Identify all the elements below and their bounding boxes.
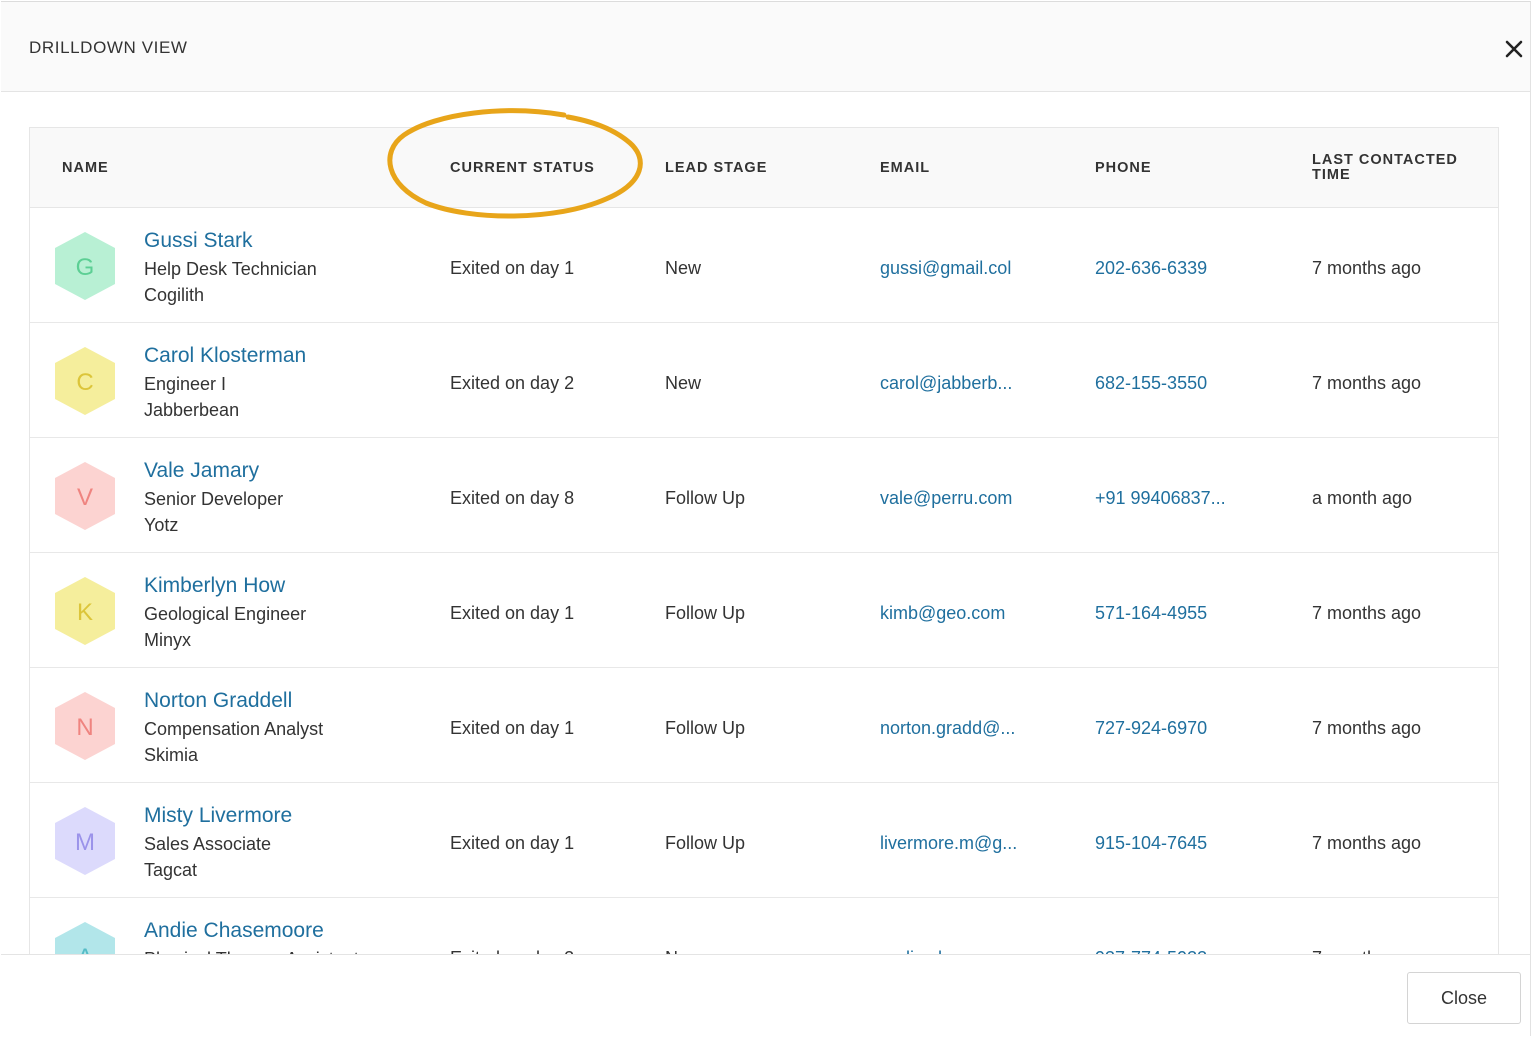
- email-link[interactable]: norton.gradd@...: [880, 718, 1015, 739]
- avatar: M: [55, 807, 115, 875]
- avatar-initial: K: [77, 599, 93, 626]
- avatar: A: [55, 922, 115, 954]
- phone-link[interactable]: +91 99406837...: [1095, 488, 1226, 509]
- column-header-name[interactable]: NAME: [62, 161, 109, 176]
- avatar-initial: G: [76, 254, 95, 281]
- lead-stage-cell: Follow Up: [665, 488, 746, 508]
- modal-footer: Close: [1, 954, 1530, 1037]
- close-icon[interactable]: [1501, 36, 1527, 62]
- lead-job-title: Sales Associate: [144, 834, 272, 854]
- avatar-initial: N: [76, 714, 93, 741]
- lead-company: Cogilith: [144, 285, 205, 305]
- table-row: G Gussi Stark Help Desk Technician Cogilith…: [30, 208, 1498, 323]
- avatar: C: [55, 347, 115, 415]
- phone-link[interactable]: 202-636-6339: [1095, 258, 1207, 279]
- avatar-initial: V: [77, 484, 93, 511]
- lead-job-title: Compensation Analyst: [144, 719, 324, 739]
- table-row: N Norton Graddell Compensation Analyst Skim…: [30, 668, 1498, 783]
- current-status-cell: Exited on day 1: [450, 718, 575, 738]
- lead-job-title: Help Desk Technician: [144, 259, 317, 279]
- lead-company: Jabberbean: [144, 400, 240, 420]
- table-header: NAME CURRENT STATUS LEAD STAGE EMAIL PHO…: [30, 128, 1498, 208]
- phone-link[interactable]: 727-924-6970: [1095, 718, 1207, 739]
- current-status-cell: Exited on day 2: [450, 373, 575, 393]
- column-header-phone[interactable]: PHONE: [1095, 161, 1152, 176]
- avatar: V: [55, 462, 115, 530]
- lead-name-link[interactable]: Carol Klosterman: [144, 344, 306, 368]
- email-link[interactable]: kimb@geo.com: [880, 603, 1005, 624]
- column-header-email[interactable]: EMAIL: [880, 161, 930, 176]
- table-row: K Kimberlyn How Geological Engineer Minyx Ex…: [30, 553, 1498, 668]
- lead-stage-cell: Follow Up: [665, 603, 746, 623]
- current-status-cell: Exited on day 1: [450, 603, 575, 623]
- column-header-last-contacted-line1: LAST CONTACTED: [1312, 152, 1458, 168]
- column-header-last-contacted-line2: TIME: [1312, 167, 1351, 183]
- avatar-initial: C: [76, 369, 93, 396]
- last-contacted-cell: 7 months ago: [1312, 833, 1422, 853]
- lead-name-link[interactable]: Vale Jamary: [144, 459, 259, 483]
- current-status-cell: Exited on day 1: [450, 833, 575, 853]
- phone-link[interactable]: 571-164-4955: [1095, 603, 1207, 624]
- lead-company: Tagcat: [144, 860, 198, 880]
- email-link[interactable]: vale@perru.com: [880, 488, 1012, 509]
- modal-header: DRILLDOWN VIEW: [1, 2, 1530, 92]
- close-button[interactable]: Close: [1407, 972, 1521, 1024]
- lead-stage-cell: Follow Up: [665, 718, 746, 738]
- table-row: M Misty Livermore Sales Associate Tagcat Exi…: [30, 783, 1498, 898]
- drilldown-modal: DRILLDOWN VIEW NAME CURRENT STATUS LEAD …: [1, 1, 1531, 1037]
- lead-name-link[interactable]: Norton Graddell: [144, 689, 292, 713]
- modal-body: NAME CURRENT STATUS LEAD STAGE EMAIL PHO…: [1, 93, 1530, 954]
- last-contacted-cell: 7 months ago: [1312, 603, 1422, 623]
- email-link[interactable]: gussi@gmail.col: [880, 258, 1011, 279]
- lead-name-link[interactable]: Andie Chasemoore: [144, 919, 324, 943]
- lead-company: Minyx: [144, 630, 192, 650]
- table-row: AAndie ChasemoorePhysical Therapy Assist…: [30, 898, 1498, 954]
- table-row: C Carol Klosterman Engineer I Jabberbean Exi…: [30, 323, 1498, 438]
- avatar: G: [55, 232, 115, 300]
- column-header-current-status[interactable]: CURRENT STATUS: [450, 161, 595, 176]
- current-status-cell: Exited on day 1: [450, 258, 575, 278]
- last-contacted-cell: 7 months ago: [1312, 373, 1422, 393]
- lead-stage-cell: New: [665, 258, 702, 278]
- avatar-initial: A: [77, 944, 93, 954]
- current-status-cell: Exited on day 8: [450, 488, 575, 508]
- phone-link[interactable]: 682-155-3550: [1095, 373, 1207, 394]
- lead-job-title: Geological Engineer: [144, 604, 307, 624]
- lead-name-link[interactable]: Misty Livermore: [144, 804, 292, 828]
- phone-link[interactable]: 915-104-7645: [1095, 833, 1207, 854]
- lead-name-link[interactable]: Gussi Stark: [144, 229, 253, 253]
- avatar: K: [55, 577, 115, 645]
- modal-title: DRILLDOWN VIEW: [29, 38, 188, 57]
- lead-job-title: Engineer I: [144, 374, 227, 394]
- column-header-last-contacted[interactable]: LAST CONTACTED TIME: [1312, 153, 1458, 183]
- leads-table: NAME CURRENT STATUS LEAD STAGE EMAIL PHO…: [29, 127, 1499, 954]
- email-link[interactable]: livermore.m@g...: [880, 833, 1017, 854]
- avatar: N: [55, 692, 115, 760]
- avatar-initial: M: [75, 829, 95, 856]
- table-row: V Vale Jamary Senior Developer Yotz Exited o…: [30, 438, 1498, 553]
- lead-stage-cell: New: [665, 373, 702, 393]
- lead-job-title: Senior Developer: [144, 489, 284, 509]
- lead-stage-cell: Follow Up: [665, 833, 746, 853]
- email-link[interactable]: carol@jabberb...: [880, 373, 1012, 394]
- lead-name-link[interactable]: Kimberlyn How: [144, 574, 285, 598]
- last-contacted-cell: 7 months ago: [1312, 718, 1422, 738]
- lead-company: Yotz: [144, 515, 179, 535]
- last-contacted-cell: 7 months ago: [1312, 258, 1422, 278]
- column-header-lead-stage[interactable]: LEAD STAGE: [665, 161, 767, 176]
- lead-company: Skimia: [144, 745, 199, 765]
- last-contacted-cell: a month ago: [1312, 488, 1413, 508]
